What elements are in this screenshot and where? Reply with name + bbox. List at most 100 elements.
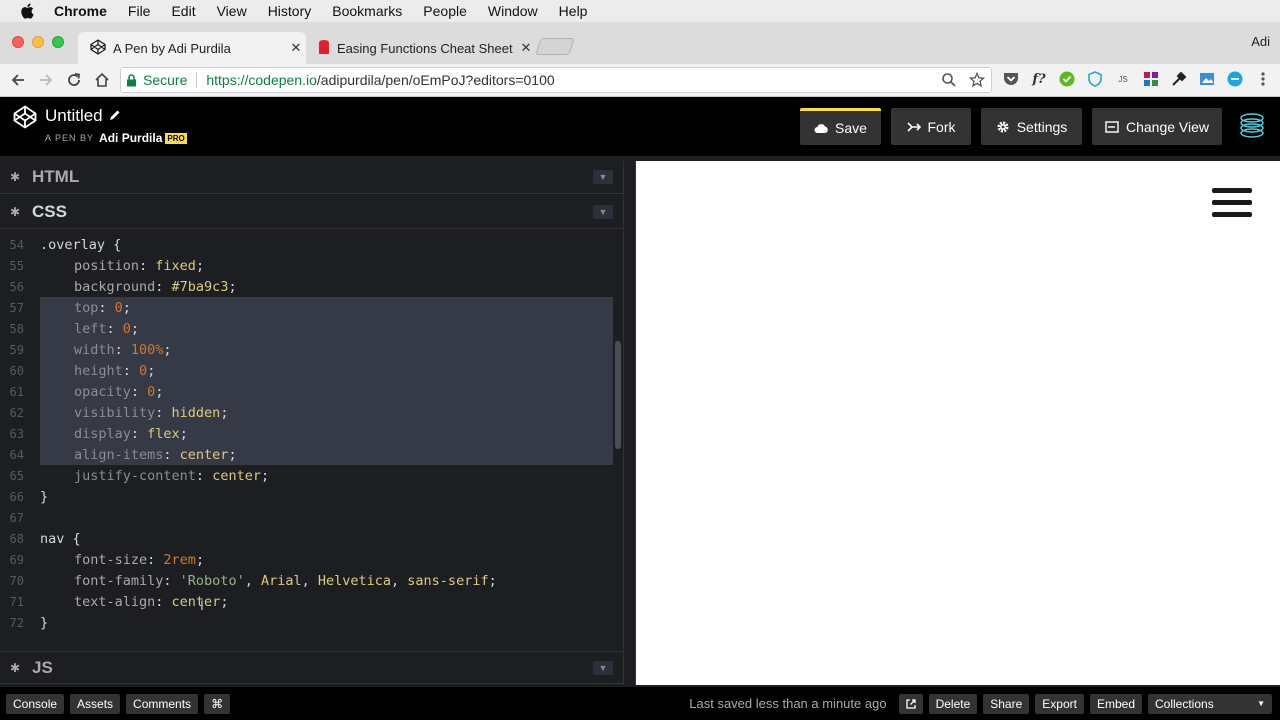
pocket-icon[interactable] bbox=[1002, 70, 1020, 88]
more-menu-icon[interactable] bbox=[1254, 70, 1272, 88]
chevron-down-icon[interactable]: ▼ bbox=[593, 205, 613, 219]
export-button[interactable]: Export bbox=[1035, 693, 1084, 714]
code-token: : bbox=[147, 551, 164, 568]
pencil-icon[interactable] bbox=[109, 109, 121, 124]
assets-button[interactable]: Assets bbox=[70, 693, 121, 714]
secure-indicator[interactable]: Secure bbox=[126, 72, 187, 88]
new-tab-button[interactable] bbox=[535, 38, 575, 55]
code-line[interactable]: 62 visibility: hidden; bbox=[0, 402, 623, 423]
save-button[interactable]: Save bbox=[800, 108, 881, 145]
line-number: 72 bbox=[9, 615, 24, 630]
share-button[interactable]: Share bbox=[983, 693, 1030, 714]
code-line[interactable]: 61 opacity: 0; bbox=[0, 381, 623, 402]
home-icon[interactable] bbox=[92, 70, 112, 90]
grid-extension-icon[interactable] bbox=[1142, 70, 1160, 88]
open-external-icon[interactable] bbox=[898, 693, 923, 714]
code-line[interactable]: 66} bbox=[0, 486, 623, 507]
css-code-editor[interactable]: 54 .overlay {55 position: fixed; 56 backgrou… bbox=[0, 230, 623, 650]
code-line[interactable]: 56 background: #7ba9c3; bbox=[0, 276, 623, 297]
code-line[interactable]: 57 top: 0; bbox=[0, 297, 623, 318]
code-token: ; bbox=[163, 341, 172, 358]
css-panel-header[interactable]: ✱ CSS ▼ bbox=[0, 196, 623, 229]
back-icon[interactable] bbox=[8, 70, 28, 90]
code-line[interactable]: 63 display: flex; bbox=[0, 423, 623, 444]
forward-icon[interactable] bbox=[36, 70, 56, 90]
code-line[interactable]: 59 width: 100%; bbox=[0, 339, 623, 360]
hamburger-menu-icon[interactable] bbox=[1212, 188, 1252, 218]
code-line[interactable]: 67 bbox=[0, 507, 623, 528]
code-line[interactable]: 60 height: 0; bbox=[0, 360, 623, 381]
url-text[interactable]: https://codepen.io/adipurdila/pen/oEmPoJ… bbox=[206, 72, 554, 88]
gear-icon[interactable]: ✱ bbox=[10, 170, 24, 184]
code-line[interactable]: 58 left: 0; bbox=[0, 318, 623, 339]
collections-button[interactable]: Collections ▼ bbox=[1148, 693, 1272, 714]
menu-people[interactable]: People bbox=[423, 3, 467, 19]
menu-app-name[interactable]: Chrome bbox=[54, 3, 107, 19]
code-line[interactable]: 65 justify-content: center; bbox=[0, 465, 623, 486]
console-button[interactable]: Console bbox=[6, 693, 65, 714]
gear-icon[interactable]: ✱ bbox=[10, 205, 24, 219]
address-bar[interactable]: Secure https://codepen.io/adipurdila/pen… bbox=[120, 67, 992, 93]
url-separator bbox=[196, 72, 198, 88]
js-extension-icon[interactable]: JS bbox=[1114, 70, 1132, 88]
js-panel-header[interactable]: ✱ JS ▼ bbox=[0, 651, 623, 684]
menu-history[interactable]: History bbox=[268, 3, 312, 19]
menu-window[interactable]: Window bbox=[488, 3, 538, 19]
window-minimize-button[interactable] bbox=[32, 36, 44, 48]
menu-help[interactable]: Help bbox=[559, 3, 588, 19]
footer-right: Last saved less than a minute ago Delete… bbox=[689, 687, 1272, 720]
chevron-down-icon[interactable]: ▼ bbox=[593, 660, 613, 675]
settings-button[interactable]: Settings bbox=[981, 108, 1082, 145]
chevron-down-icon[interactable]: ▼ bbox=[593, 170, 613, 184]
editor-scrollbar[interactable] bbox=[615, 341, 621, 449]
fx-extension-icon[interactable]: f? bbox=[1030, 70, 1048, 88]
gear-icon[interactable]: ✱ bbox=[10, 661, 24, 675]
code-line[interactable]: 69 font-size: 2rem; bbox=[0, 549, 623, 570]
codepen-logo-icon[interactable] bbox=[13, 105, 37, 134]
line-number: 67 bbox=[9, 510, 24, 525]
search-icon[interactable] bbox=[941, 72, 957, 91]
pen-title[interactable]: Untitled bbox=[45, 106, 121, 126]
code-line[interactable]: 71 text-align: center; bbox=[0, 591, 623, 612]
codepen-header: Untitled A PEN BY Adi Purdila PRO Save F… bbox=[0, 97, 1280, 156]
comments-button[interactable]: Comments bbox=[126, 693, 199, 714]
code-token: : bbox=[155, 593, 172, 610]
window-zoom-button[interactable] bbox=[52, 36, 64, 48]
shield-icon[interactable] bbox=[1086, 70, 1104, 88]
menu-edit[interactable]: Edit bbox=[171, 3, 195, 19]
fork-button[interactable]: Fork bbox=[891, 108, 971, 145]
codepen-user-icon[interactable] bbox=[1238, 111, 1266, 144]
code-line[interactable]: 54 .overlay { bbox=[0, 234, 623, 255]
check-extension-icon[interactable] bbox=[1058, 70, 1076, 88]
apple-icon[interactable] bbox=[20, 3, 36, 19]
pen-author[interactable]: Adi Purdila bbox=[99, 131, 162, 145]
html-panel-header[interactable]: ✱ HTML ▼ bbox=[0, 161, 623, 194]
keyboard-shortcuts-button[interactable]: ⌘ bbox=[204, 693, 231, 714]
close-icon[interactable]: ✕ bbox=[286, 40, 306, 56]
code-token: background bbox=[74, 278, 156, 295]
change-view-button[interactable]: Change View bbox=[1092, 108, 1222, 145]
close-icon[interactable]: ✕ bbox=[516, 40, 536, 56]
code-line[interactable]: 64 align-items: center; bbox=[0, 444, 623, 465]
code-line[interactable]: 72} bbox=[0, 612, 623, 633]
tab-codepen[interactable]: A Pen by Adi Purdila ✕ bbox=[78, 32, 306, 64]
screenshot-icon[interactable] bbox=[1198, 70, 1216, 88]
code-token: ; bbox=[228, 446, 237, 463]
menu-view[interactable]: View bbox=[217, 3, 247, 19]
tab-easing[interactable]: Easing Functions Cheat Sheet ✕ bbox=[308, 32, 536, 64]
menu-file[interactable]: File bbox=[128, 3, 151, 19]
star-icon[interactable] bbox=[968, 71, 986, 91]
delete-button[interactable]: Delete bbox=[928, 693, 978, 714]
code-line[interactable]: 70 font-family: 'Roboto', Arial, Helvetic… bbox=[0, 570, 623, 591]
code-line[interactable]: 55 position: fixed; bbox=[0, 255, 623, 276]
embed-button[interactable]: Embed bbox=[1089, 693, 1142, 714]
eyedropper-icon[interactable] bbox=[1170, 70, 1188, 88]
pane-resize-handle[interactable] bbox=[623, 161, 636, 685]
menu-bookmarks[interactable]: Bookmarks bbox=[332, 3, 402, 19]
reload-icon[interactable] bbox=[64, 70, 84, 90]
extension-circle-icon[interactable] bbox=[1226, 70, 1244, 88]
code-line[interactable]: 68 nav { bbox=[0, 528, 623, 549]
profile-name[interactable]: Adi bbox=[1251, 34, 1270, 49]
code-token: text-align bbox=[74, 593, 156, 610]
window-close-button[interactable] bbox=[12, 36, 24, 48]
